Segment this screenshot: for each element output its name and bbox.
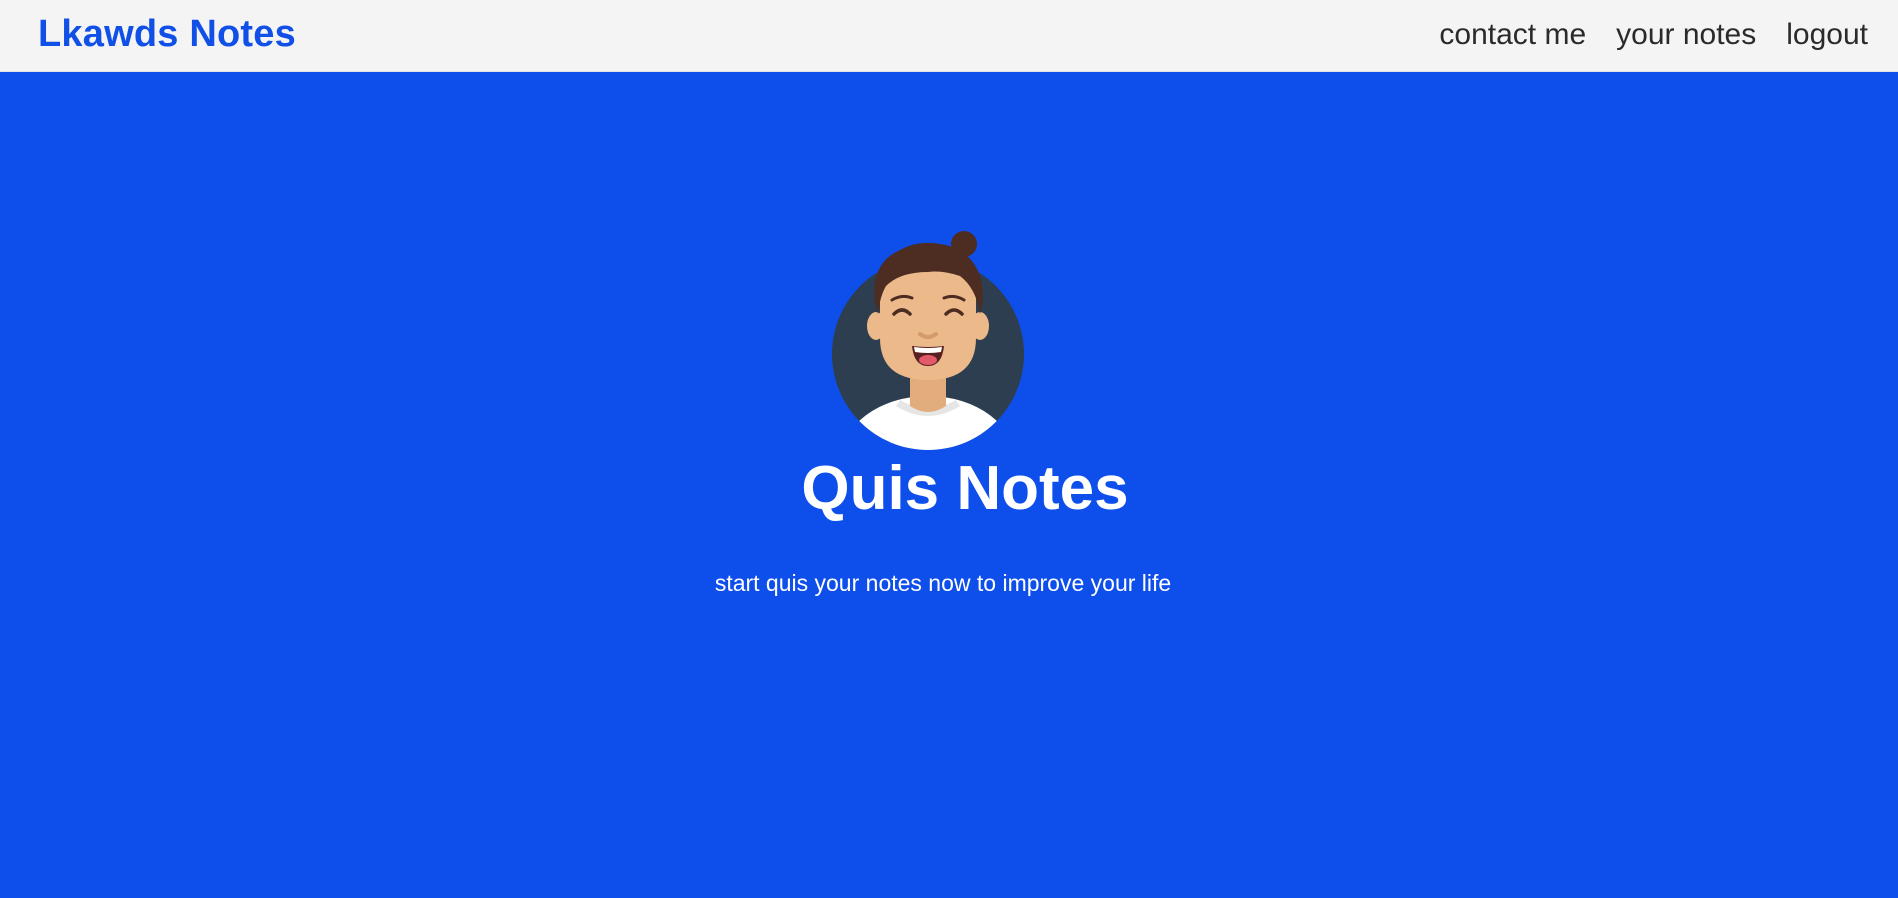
nav-link-logout[interactable]: logout: [1786, 18, 1868, 51]
hero-title: Quis Notes: [801, 454, 1129, 523]
nav-link-your-notes[interactable]: your notes: [1616, 18, 1756, 51]
brand-logo-link[interactable]: Lkawds Notes: [38, 15, 296, 53]
nav-link-contact-me[interactable]: contact me: [1439, 18, 1586, 51]
smiling-man-avatar-icon: [832, 231, 1024, 450]
hero-section: Quis Notes start quis your notes now to …: [0, 72, 1898, 898]
hero-subtitle: start quis your notes now to improve you…: [714, 570, 1172, 596]
top-navbar: Lkawds Notes contact me your notes logou…: [0, 0, 1898, 72]
avatar: [830, 230, 1026, 450]
nav-links: contact me your notes logout: [1439, 18, 1868, 51]
